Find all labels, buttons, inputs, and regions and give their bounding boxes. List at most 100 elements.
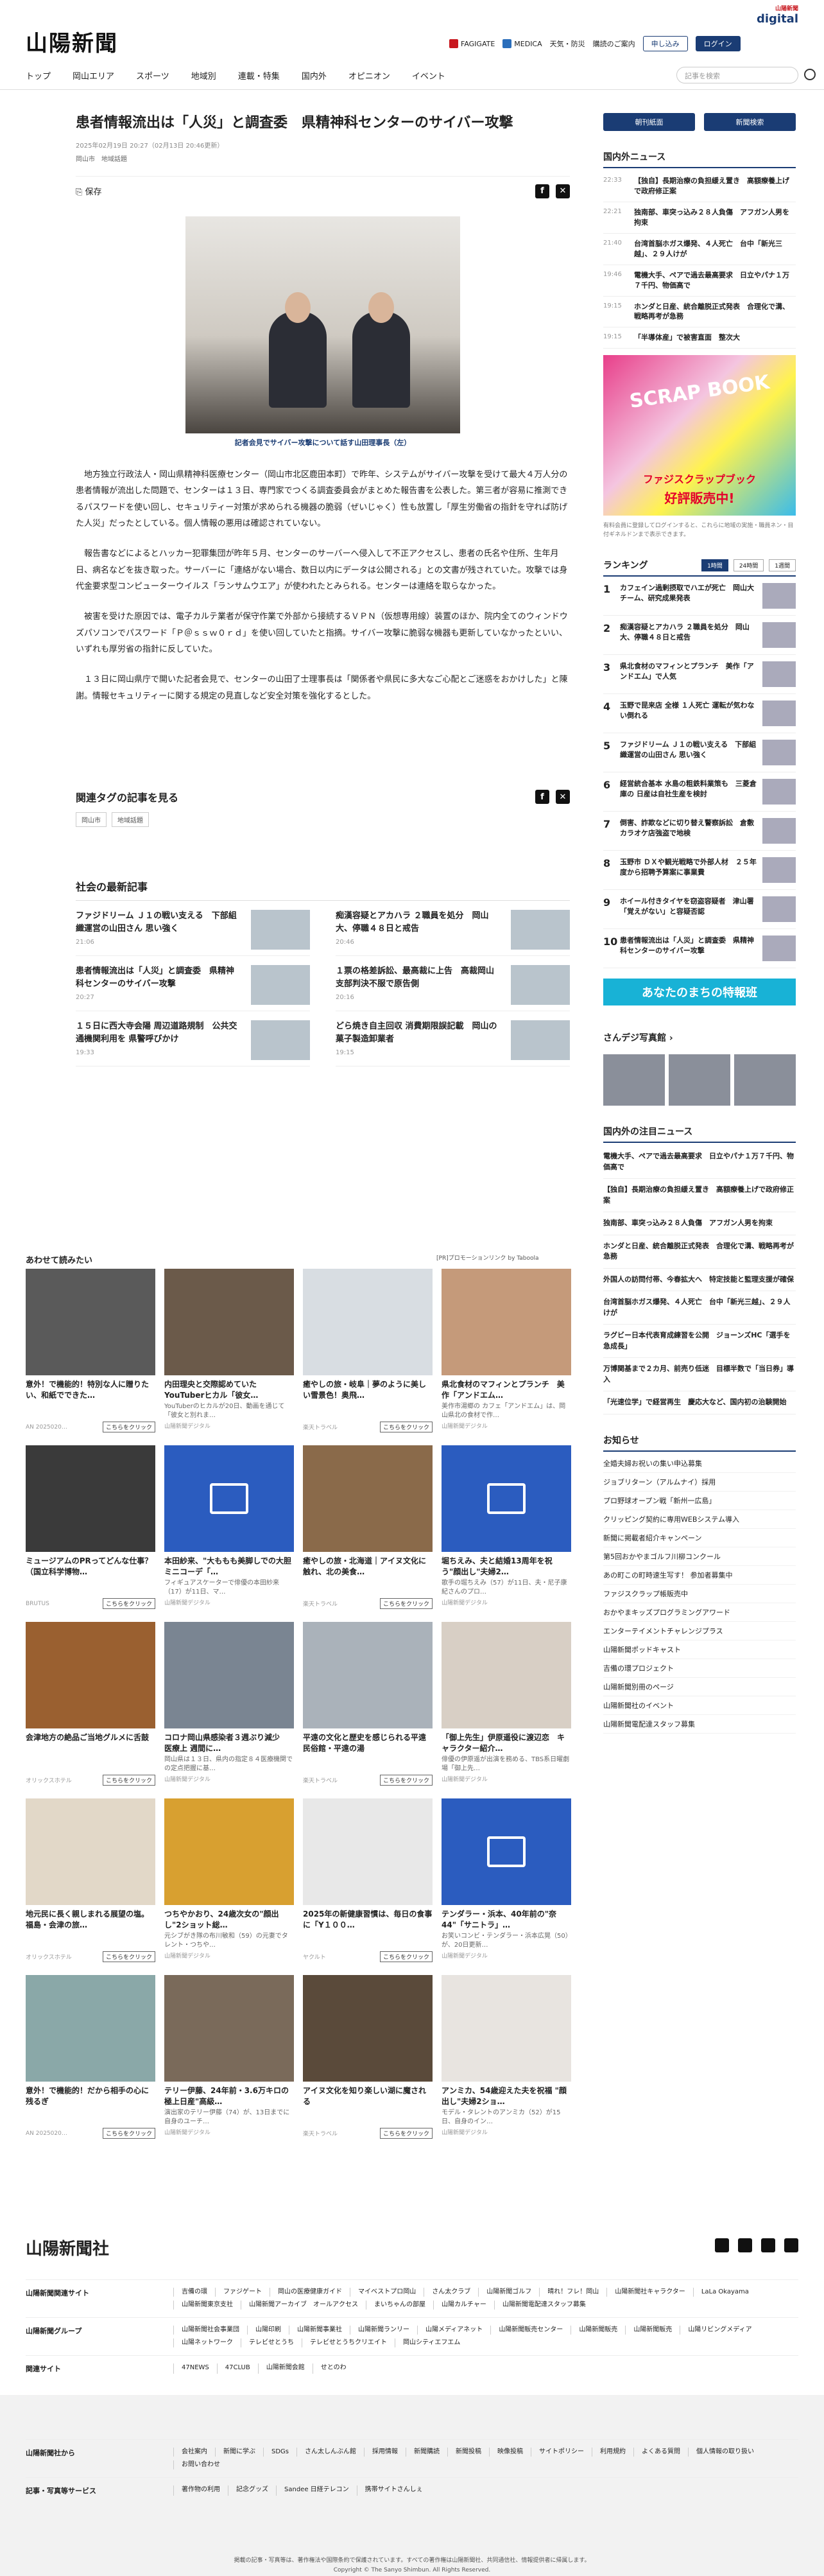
info-item[interactable]: 全婚夫婦お祝いの集い申込募集 xyxy=(603,1454,796,1473)
footer-link[interactable]: 山陽新聞事業社 xyxy=(289,2326,350,2335)
rank-tab-1h[interactable]: 1時間 xyxy=(701,559,728,571)
click-here-button[interactable]: こちらをクリック xyxy=(379,1775,433,1786)
click-here-button[interactable]: こちらをクリック xyxy=(379,1951,433,1962)
info-item[interactable]: プロ野球オープン戦「新州一広島」 xyxy=(603,1492,796,1510)
footer-link[interactable]: 携帯サイトさんしぇ xyxy=(356,2485,431,2496)
info-item[interactable]: 新聞に掲載者紹介キャンペーン xyxy=(603,1529,796,1547)
footer-link[interactable]: 会社案内 xyxy=(173,2448,215,2457)
social-news-item[interactable]: 患者情報流出は「人災」と調査委 県精神科センターのサイバー攻撃 20:27 xyxy=(76,956,310,1012)
attention-item[interactable]: 独南部、車突っ込み２８人負傷 アフガン人男を拘束 xyxy=(603,1212,796,1235)
footer-link[interactable]: 山陽新聞販売 xyxy=(571,2326,625,2335)
ranking-item[interactable]: 6 経営統合基本 水島の粗鉄料業策も 三菱倉庫の 日産は自社生産を検討 xyxy=(603,772,796,812)
footer-logo[interactable]: 山陽新聞社 xyxy=(26,2236,109,2259)
related-tag[interactable]: 地域話題 xyxy=(112,812,149,828)
gallery-thumb[interactable] xyxy=(669,1054,730,1106)
recommend-card[interactable]: 癒やしの旅・北海道｜アイヌ文化に触れ、北の美食… 楽天トラベル こちらをクリック xyxy=(303,1445,433,1609)
related-tag[interactable]: 岡山市 xyxy=(76,812,107,828)
recommend-title[interactable]: 本田紗来、"大ももも美脚しでの大胆ミニコーデ「… xyxy=(164,1556,294,1579)
news-item[interactable]: 22:21 独南部、車突っ込み２８人負傷 アフガン人男を拘束 xyxy=(603,202,796,234)
footer-link[interactable]: 山陽新聞東京支社 xyxy=(173,2301,241,2310)
facebook-icon[interactable] xyxy=(715,2238,729,2252)
footer-link[interactable]: 新聞購読 xyxy=(406,2448,447,2457)
recommend-image[interactable] xyxy=(26,1798,155,1905)
news-item[interactable]: 19:15 ホンダと日産、統合離脱正式発表 合理化で溝、戦略再考が急務 xyxy=(603,297,796,328)
footer-link[interactable]: 山陽新聞ゴルフ xyxy=(478,2288,539,2297)
info-item[interactable]: おかやまキッズプログラミングアワード xyxy=(603,1603,796,1622)
reader-button[interactable]: 新聞検索 xyxy=(704,113,796,131)
recommend-card[interactable]: 会津地方の絶品ご当地グルメに舌鼓 オリックスホテル こちらをクリック xyxy=(26,1622,155,1786)
footer-link[interactable]: 山陽リビングメディア xyxy=(680,2326,759,2335)
site-logo[interactable]: 山陽新聞 xyxy=(26,26,118,57)
nav-item[interactable]: 地域別 xyxy=(191,69,216,82)
attention-item[interactable]: 電機大手、ペアで過去最高要求 日立やパナ１万７千円、物価高で xyxy=(603,1145,796,1179)
info-item[interactable]: エンターテイメントチャレンジプラス xyxy=(603,1622,796,1640)
recommend-card[interactable]: テリー伊藤、24年前・3.6万キロの極上日産"高級… 演出家のテリー伊藤（74）が… xyxy=(164,1975,294,2139)
recommend-image[interactable] xyxy=(26,1975,155,2082)
footer-link[interactable]: 利用規約 xyxy=(592,2448,633,2457)
footer-link[interactable]: 映像投稿 xyxy=(489,2448,531,2457)
social-news-item[interactable]: ファジドリーム Ｊ１の戦い支える 下部組織運営の山田さん 思い強く 21:06 xyxy=(76,901,310,957)
footer-link[interactable]: 新聞投稿 xyxy=(447,2448,489,2457)
click-here-button[interactable]: こちらをクリック xyxy=(379,1422,433,1432)
recommend-card[interactable]: つちやかおり、24歳次女の"顔出し"2ショット総… 元シブがき隊の布川敏和（59）… xyxy=(164,1798,294,1962)
info-item[interactable]: 山陽新聞社のイベント xyxy=(603,1696,796,1715)
recommend-image[interactable] xyxy=(303,1445,433,1552)
nav-item[interactable]: 連載・特集 xyxy=(238,69,280,82)
nav-item[interactable]: 岡山エリア xyxy=(73,69,114,82)
recommend-card[interactable]: 県北食材のマフィンとプランチ 美作「アンドエム… 美作市湯郷の カフェ「アンドエム… xyxy=(442,1269,571,1432)
ranking-item[interactable]: 3 県北食材のマフィンとプランチ 美作「アンドエム」で人気 xyxy=(603,655,796,695)
footer-link[interactable]: 記念グッズ xyxy=(228,2485,276,2496)
ranking-item[interactable]: 4 玉野で昆来店 全様 １人死亡 運転が気わない倒れる xyxy=(603,694,796,734)
click-here-button[interactable]: こちらをクリック xyxy=(379,2128,433,2139)
recommend-title[interactable]: 「御上先生」伊原遥役に渡辺恋 キャラクター紹介… xyxy=(442,1732,571,1755)
news-item[interactable]: 19:15 「半導体産」で被害直面 整次大 xyxy=(603,327,796,349)
recommend-image[interactable] xyxy=(303,1269,433,1375)
recommend-card[interactable]: 意外！で機能的！特別な人に贈りたい、和紙でできた… AN 2025020… こちらを… xyxy=(26,1269,155,1432)
recommend-image[interactable] xyxy=(442,1269,571,1375)
attention-item[interactable]: ラグビー日本代表育成練習を公開 ジョーンズHC「選手を急成長」 xyxy=(603,1325,796,1359)
footer-link[interactable]: SDGs xyxy=(263,2448,296,2457)
info-item[interactable]: 山陽新聞ポッドキャスト xyxy=(603,1640,796,1659)
social-news-item[interactable]: １５日に西大寺会陽 周辺道路規制 公共交通機関利用を 県警呼びかけ 19:33 xyxy=(76,1011,310,1067)
recommend-image[interactable] xyxy=(164,1622,294,1728)
click-here-button[interactable]: こちらをクリック xyxy=(102,1951,155,1962)
news-item[interactable]: 22:33 【独自】長期治療の負担緩え置き 高額療養上げで政府修正案 xyxy=(603,171,796,202)
recommend-title[interactable]: コロナ岡山県感染者３週ぶり減少 医療上 週間に… xyxy=(164,1732,294,1755)
recommend-title[interactable]: つちやかおり、24歳次女の"顔出し"2ショット総… xyxy=(164,1909,294,1932)
recommend-card[interactable]: 意外！で機能的！だから相手の心に残るぎ AN 2025020… こちらをクリック xyxy=(26,1975,155,2139)
footer-link[interactable]: 山陽新聞社会事業団 xyxy=(173,2326,247,2335)
article-tag[interactable]: 岡山市 xyxy=(76,153,95,163)
attention-item[interactable]: 【独自】長期治療の負担緩え置き 高額療養上げで政府修正案 xyxy=(603,1179,796,1213)
social-news-item[interactable]: １票の格差訴訟、最高裁に上告 高裁岡山支部判決不服で原告側 20:16 xyxy=(336,956,570,1012)
attention-item[interactable]: 台湾首脳ホガス爆発、４人死亡 台中「新光三越」、２９人けが xyxy=(603,1291,796,1325)
recommend-title[interactable]: 地元民に長く親しまれる展望の塩。福島・会津の旅… xyxy=(26,1909,155,1932)
footer-link[interactable]: まいちゃんの部屋 xyxy=(366,2301,433,2310)
ranking-item[interactable]: 8 玉野市 ＤＸや観光戦略で外部人材 ２５年度から招聘予算案に事業費 xyxy=(603,851,796,891)
click-here-button[interactable]: こちらをクリック xyxy=(102,1598,155,1609)
recommend-image[interactable] xyxy=(303,1622,433,1728)
footer-link[interactable]: よくある質問 xyxy=(633,2448,688,2457)
recommend-card[interactable]: 内田理央と交際認めていたYouTuberヒカル「彼女… YouTuberのヒカルが… xyxy=(164,1269,294,1432)
recommend-image[interactable] xyxy=(442,1622,571,1728)
click-here-button[interactable]: こちらをクリック xyxy=(102,1422,155,1432)
recommend-title[interactable]: テンダラー・浜本、40年前の"奈 44"「サニトラ」… xyxy=(442,1909,571,1932)
photo-heading[interactable]: さんデジ写真館 › xyxy=(603,1031,796,1048)
footer-link[interactable]: LaLa Okayama xyxy=(692,2288,757,2297)
recommend-card[interactable]: コロナ岡山県感染者３週ぶり減少 医療上 週間に… 岡山県は１３日、県内の指定８４医… xyxy=(164,1622,294,1786)
footer-link[interactable]: サイトポリシー xyxy=(531,2448,592,2457)
footer-link[interactable]: 山陽新聞電配達スタッフ募集 xyxy=(494,2301,594,2310)
footer-link[interactable]: テレビせとうち xyxy=(241,2338,302,2347)
footer-link[interactable]: ファジゲート xyxy=(215,2288,270,2297)
footer-link[interactable]: 岡山の医療健康ガイド xyxy=(270,2288,350,2297)
footer-link[interactable]: 山陽新聞ランリー xyxy=(350,2326,417,2335)
recommend-image[interactable] xyxy=(442,1798,571,1905)
info-item[interactable]: 第5回おかやまゴルフ川柳コンクール xyxy=(603,1547,796,1566)
nav-item[interactable]: スポーツ xyxy=(136,69,169,82)
recommend-card[interactable]: 本田紗来、"大ももも美脚しでの大胆ミニコーデ「… フィギュアスケーターで俳優の本田… xyxy=(164,1445,294,1609)
social-news-item[interactable]: 痴漢容疑とアカハラ ２職員を処分 岡山大、停職４８日と戒告 20:46 xyxy=(336,901,570,957)
recommend-image[interactable] xyxy=(26,1269,155,1375)
info-item[interactable]: ジョブリターン（アルムナイ）採用 xyxy=(603,1473,796,1492)
footer-link[interactable]: 山陽新聞アーカイブ オールアクセス xyxy=(241,2301,366,2310)
medica-link[interactable]: MEDICA xyxy=(502,39,542,48)
recommend-card[interactable]: テンダラー・浜本、40年前の"奈 44"「サニトラ」… お笑いコンビ・テンダラー・… xyxy=(442,1798,571,1962)
